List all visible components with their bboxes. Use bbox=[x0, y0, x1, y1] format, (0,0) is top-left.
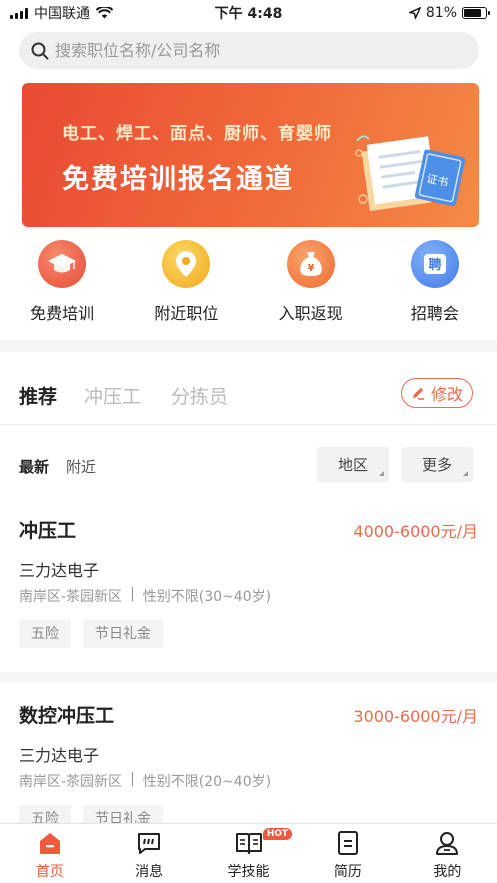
search-icon bbox=[31, 42, 49, 59]
tab-stamping-worker[interactable]: 冲压工 bbox=[84, 382, 141, 409]
sort-latest[interactable]: 最新 bbox=[19, 456, 49, 477]
company-name: 三力达电子 bbox=[19, 561, 100, 580]
job-salary: 4000-6000元/月 bbox=[353, 522, 478, 541]
svg-text:¥: ¥ bbox=[307, 263, 314, 274]
tab-sorter[interactable]: 分拣员 bbox=[171, 382, 228, 409]
message-icon bbox=[138, 833, 161, 854]
tabbar-resume[interactable]: 简历 bbox=[298, 824, 397, 883]
tabbar-label: 首页 bbox=[35, 864, 64, 880]
job-requirement: 性别不限(20~40岁) bbox=[142, 774, 272, 790]
edit-label: 修改 bbox=[430, 385, 463, 404]
battery-icon bbox=[462, 7, 490, 19]
tabbar-label: 我的 bbox=[433, 864, 462, 880]
book-icon bbox=[235, 833, 262, 854]
hot-badge: HOT bbox=[262, 828, 293, 840]
entry-nearby-jobs[interactable]: 附近职位 bbox=[124, 240, 248, 324]
entry-label: 免费培训 bbox=[30, 304, 95, 323]
job-tags: 五险 节日礼金 bbox=[19, 620, 163, 648]
home-icon bbox=[39, 833, 60, 854]
job-meta: 南岸区-茶园新区 | 性别不限(30~40岁) bbox=[19, 586, 271, 606]
job-card[interactable]: 数控冲压工 3000-6000元/月 三力达电子 南岸区-茶园新区 | 性别不限… bbox=[0, 701, 497, 823]
money-bag-icon: ¥ bbox=[286, 240, 335, 288]
more-label: 更多 bbox=[421, 456, 452, 474]
job-salary: 3000-6000元/月 bbox=[353, 707, 478, 726]
more-filters-dropdown[interactable]: 更多 bbox=[401, 447, 473, 482]
resume-icon bbox=[337, 831, 358, 855]
pencil-icon bbox=[412, 387, 424, 400]
job-location: 南岸区-茶园新区 bbox=[19, 589, 123, 605]
battery-percent: 81% bbox=[425, 5, 457, 21]
job-tag: 五险 bbox=[19, 620, 71, 648]
graduation-cap-icon bbox=[38, 240, 87, 288]
dropdown-corner-icon bbox=[379, 471, 384, 476]
meta-separator: | bbox=[130, 586, 135, 602]
search-bar[interactable] bbox=[19, 32, 479, 69]
banner-subtitle: 电工、焊工、面点、厨师、育婴师 bbox=[62, 124, 332, 144]
filter-bar: 最新 附近 地区 更多 bbox=[0, 440, 497, 490]
carrier-name: 中国联通 bbox=[34, 6, 90, 22]
job-title: 数控冲压工 bbox=[19, 705, 115, 727]
job-requirement: 性别不限(30~40岁) bbox=[142, 589, 272, 605]
tabbar-label: 简历 bbox=[333, 864, 362, 880]
job-tag: 节日礼金 bbox=[83, 805, 163, 823]
promo-banner[interactable]: 电工、焊工、面点、厨师、育婴师 免费培训报名通道 证书 bbox=[22, 83, 479, 227]
job-meta: 南岸区-茶园新区 | 性别不限(20~40岁) bbox=[19, 771, 271, 791]
job-tag: 节日礼金 bbox=[83, 620, 163, 648]
search-input[interactable] bbox=[55, 41, 455, 60]
entry-job-fair[interactable]: 聘 招聘会 bbox=[373, 240, 497, 324]
tabbar-messages[interactable]: 消息 bbox=[99, 824, 198, 883]
job-tag: 五险 bbox=[19, 805, 71, 823]
sort-nearby[interactable]: 附近 bbox=[66, 456, 96, 477]
job-card[interactable]: 冲压工 4000-6000元/月 三力达电子 南岸区-茶园新区 | 性别不限(3… bbox=[0, 516, 497, 656]
region-label: 地区 bbox=[337, 456, 368, 474]
recruit-icon: 聘 bbox=[410, 240, 459, 288]
entry-label: 附近职位 bbox=[154, 304, 219, 323]
entry-cashback[interactable]: ¥ 入职返现 bbox=[249, 240, 373, 324]
wifi-icon bbox=[96, 7, 113, 19]
status-bar: 中国联通 下午 4:48 81% bbox=[0, 0, 497, 26]
tabbar-label: 消息 bbox=[135, 864, 164, 880]
job-category-tabs: 推荐 冲压工 分拣员 修改 bbox=[0, 352, 497, 425]
card-divider bbox=[0, 672, 497, 682]
job-location: 南岸区-茶园新区 bbox=[19, 774, 123, 790]
job-tags: 五险 节日礼金 bbox=[19, 805, 163, 823]
tabbar-home[interactable]: 首页 bbox=[0, 824, 99, 883]
quick-entry-row: 免费培训 附近职位 ¥ 入职返现 聘 招聘会 bbox=[0, 240, 497, 324]
company-name: 三力达电子 bbox=[19, 746, 100, 765]
tabbar-learn-skills[interactable]: HOT 学技能 bbox=[199, 824, 298, 883]
tab-recommend[interactable]: 推荐 bbox=[19, 382, 57, 409]
clock: 下午 4:48 bbox=[214, 6, 283, 22]
signal-icon bbox=[10, 7, 28, 19]
region-dropdown[interactable]: 地区 bbox=[317, 447, 389, 482]
job-title: 冲压工 bbox=[19, 520, 77, 542]
meta-separator: | bbox=[130, 771, 135, 787]
svg-text:聘: 聘 bbox=[428, 257, 441, 273]
banner-title: 免费培训报名通道 bbox=[62, 164, 294, 195]
entry-free-training[interactable]: 免费培训 bbox=[0, 240, 124, 324]
dropdown-corner-icon bbox=[463, 471, 468, 476]
entry-label: 招聘会 bbox=[410, 304, 459, 323]
location-arrow-icon bbox=[408, 7, 421, 19]
tabbar-profile[interactable]: 我的 bbox=[398, 824, 497, 883]
edit-tabs-button[interactable]: 修改 bbox=[401, 378, 473, 408]
bottom-tab-bar: 首页 消息 HOT 学技能 简历 我的 bbox=[0, 823, 497, 883]
tabbar-label: 学技能 bbox=[227, 864, 270, 880]
certificate-illustration: 证书 bbox=[355, 135, 466, 212]
profile-icon bbox=[436, 832, 459, 855]
section-divider bbox=[0, 340, 497, 352]
location-pin-icon bbox=[162, 240, 211, 288]
entry-label: 入职返现 bbox=[278, 304, 343, 323]
